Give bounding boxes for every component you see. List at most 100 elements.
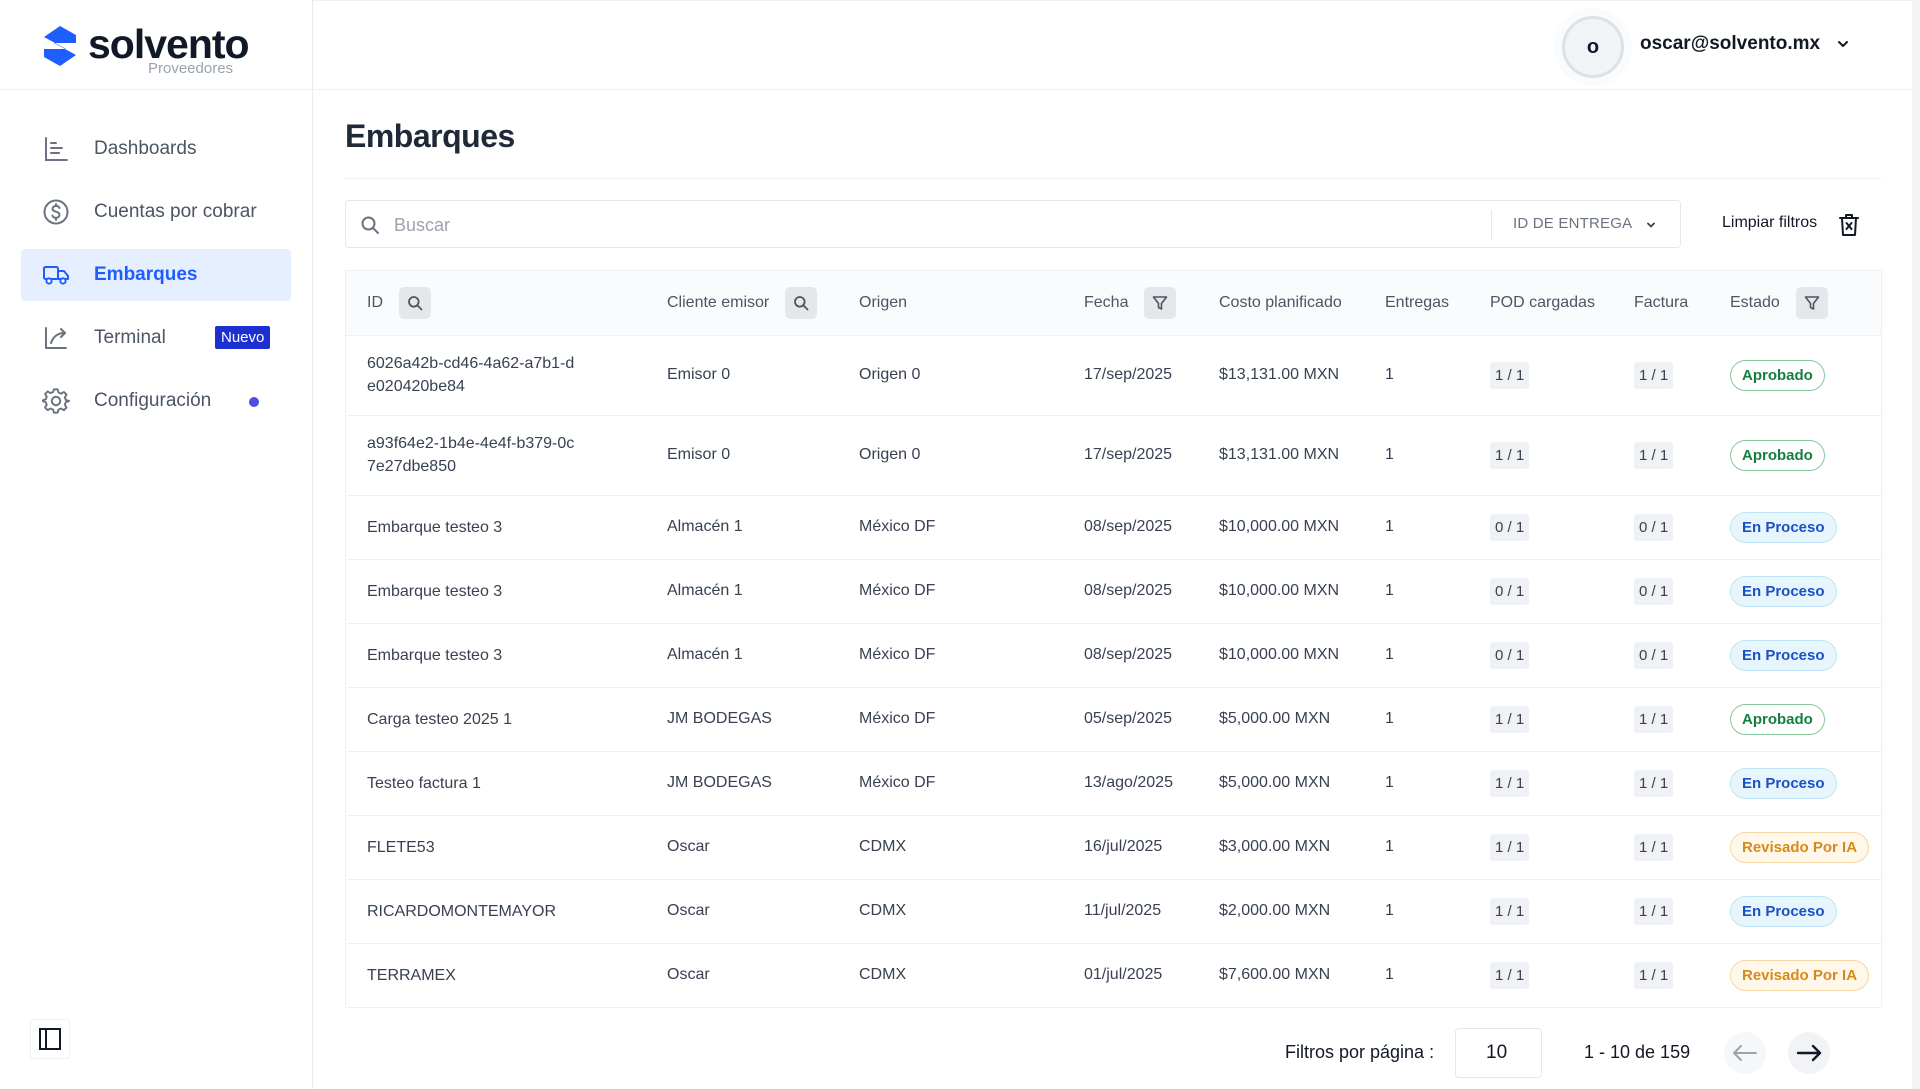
factura-pill: 0 / 1 [1634,513,1674,541]
table-row[interactable]: Embarque testeo 3 Almacén 1 México DF 08/se… [346,623,1881,687]
cell-id-text: FLETE53 [367,838,435,856]
sidebar-item-dashboards[interactable]: Dashboards [21,123,291,175]
cell-cliente: Oscar [646,879,838,943]
chevron-down-icon[interactable] [1836,37,1850,51]
cell-costo-text: $7,600.00 MXN [1219,966,1331,984]
column-header-costo: Costo planificado [1198,271,1364,335]
cell-id: a93f64e2-1b4e-4e4f-b379-0c7e27dbe850 [346,415,646,495]
cell-cliente: JM BODEGAS [646,751,838,815]
cell-costo: $7,600.00 MXN [1198,943,1364,1007]
cell-costo: $5,000.00 MXN [1198,687,1364,751]
search-column-button[interactable] [785,286,818,319]
cell-entregas-text: 1 [1385,774,1394,791]
clear-filters-button[interactable]: Limpiar filtros [1722,214,1817,232]
cell-origen: México DF [838,687,1063,751]
factura-pill: 1 / 1 [1634,961,1674,989]
cell-origen: México DF [838,623,1063,687]
cell-origen: Origen 0 [838,415,1063,495]
brand-logo[interactable]: solvento Proveedores [40,22,280,78]
table-row[interactable]: TERRAMEX Oscar CDMX 01/jul/2025 $7,600.00 MX… [346,943,1881,1007]
sidebar-item-configuracion[interactable]: Configuración [21,375,291,427]
table-row[interactable]: Carga testeo 2025 1 JM BODEGAS México DF 05… [346,687,1881,751]
table-row[interactable]: Embarque testeo 3 Almacén 1 México DF 08/se… [346,559,1881,623]
search-divider [1491,210,1492,240]
sidebar-item-embarques[interactable]: Embarques [21,249,291,301]
cell-entregas-text: 1 [1385,366,1394,383]
cell-entregas-text: 1 [1385,518,1394,535]
filter-column-button[interactable] [1144,286,1177,319]
status-badge: Revisado Por IA [1730,959,1870,991]
sidebar-item-cuentas-por-cobrar[interactable]: Cuentas por cobrar [21,186,291,238]
cell-origen: México DF [838,495,1063,559]
next-page-button[interactable] [1788,1032,1830,1074]
cell-costo: $2,000.00 MXN [1198,879,1364,943]
cell-fecha-text: 08/sep/2025 [1084,582,1173,599]
column-label: Estado [1730,293,1780,311]
table-row[interactable]: RICARDOMONTEMAYOR Oscar CDMX 11/jul/2025 $2,… [346,879,1881,943]
filter-column-button[interactable] [1795,286,1828,319]
cell-cliente: Emisor 0 [646,335,838,415]
cell-cliente-text: JM BODEGAS [667,774,772,791]
cell-fecha: 01/jul/2025 [1063,943,1198,1007]
sidebar-toggle-button[interactable] [30,1019,70,1059]
column-label: POD cargadas [1490,293,1595,311]
search-field-select[interactable]: ID DE ENTREGA [1513,215,1632,232]
table-row[interactable]: Testeo factura 1 JM BODEGAS México DF 13/ag… [346,751,1881,815]
cell-factura: 1 / 1 [1613,335,1709,415]
terminal-arrow-icon [42,324,70,352]
cell-fecha-text: 05/sep/2025 [1084,710,1173,727]
cell-costo-text: $5,000.00 MXN [1219,774,1331,791]
table-row[interactable]: a93f64e2-1b4e-4e4f-b379-0c7e27dbe850 Emis… [346,415,1881,495]
cell-entregas: 1 [1364,623,1469,687]
column-label: Origen [859,293,908,311]
per-page-label: Filtros por página : [1285,1042,1435,1062]
pod-pill: 1 / 1 [1490,441,1530,469]
cell-costo-text: $2,000.00 MXN [1219,902,1331,919]
status-badge: Aprobado [1730,703,1825,735]
cell-entregas: 1 [1364,751,1469,815]
column-header-fecha: Fecha [1063,271,1198,335]
cell-fecha: 17/sep/2025 [1063,415,1198,495]
user-email[interactable]: oscar@solvento.mx [1640,33,1820,55]
sidebar-item-terminal[interactable]: Terminal Nuevo [21,312,291,364]
cell-id: Carga testeo 2025 1 [346,687,646,751]
per-page-input[interactable]: 10 [1455,1028,1542,1078]
sidebar-item-label: Cuentas por cobrar [94,201,257,222]
cell-cliente-text: Emisor 0 [667,366,731,383]
pagination-range: 1 - 10 de 159 [1584,1042,1691,1062]
search-input[interactable] [394,209,1394,241]
cell-fecha: 08/sep/2025 [1063,495,1198,559]
cell-entregas: 1 [1364,335,1469,415]
filter-icon [1153,295,1168,310]
table-row[interactable]: Embarque testeo 3 Almacén 1 México DF 08/se… [346,495,1881,559]
chevron-down-icon[interactable] [1646,220,1656,230]
search-column-button[interactable] [399,286,431,319]
search-icon [361,216,379,234]
cell-estado: Aprobado [1709,415,1881,495]
factura-pill: 1 / 1 [1634,705,1674,733]
pod-pill: 1 / 1 [1490,833,1530,861]
search-icon [408,295,423,311]
cell-origen-text: Origen 0 [859,446,921,463]
status-badge: En Proceso [1730,639,1837,671]
cell-id-text: Carga testeo 2025 1 [367,710,512,728]
avatar[interactable]: o [1562,16,1624,78]
status-badge: Aprobado [1730,359,1825,391]
cell-cliente-text: Oscar [667,902,710,919]
cell-origen-text: CDMX [859,966,907,984]
cell-origen: CDMX [838,879,1063,943]
trash-icon[interactable] [1838,212,1860,238]
new-badge: Nuevo [215,326,271,349]
cell-entregas-text: 1 [1385,710,1394,727]
column-header-estado: Estado [1709,271,1881,335]
table-row[interactable]: 6026a42b-cd46-4a62-a7b1-de020420be84 Emis… [346,335,1881,415]
cell-costo-text: $13,131.00 MXN [1219,446,1340,463]
cell-costo-text: $13,131.00 MXN [1219,366,1340,383]
page-scrollbar[interactable] [1912,0,1920,1089]
cell-pod: 0 / 1 [1469,623,1613,687]
pod-pill: 0 / 1 [1490,513,1530,541]
cell-origen: Origen 0 [838,335,1063,415]
column-header-id: ID [346,271,646,335]
table-row[interactable]: FLETE53 Oscar CDMX 16/jul/2025 $3,000.00 MXN… [346,815,1881,879]
previous-page-button[interactable] [1724,1032,1766,1074]
